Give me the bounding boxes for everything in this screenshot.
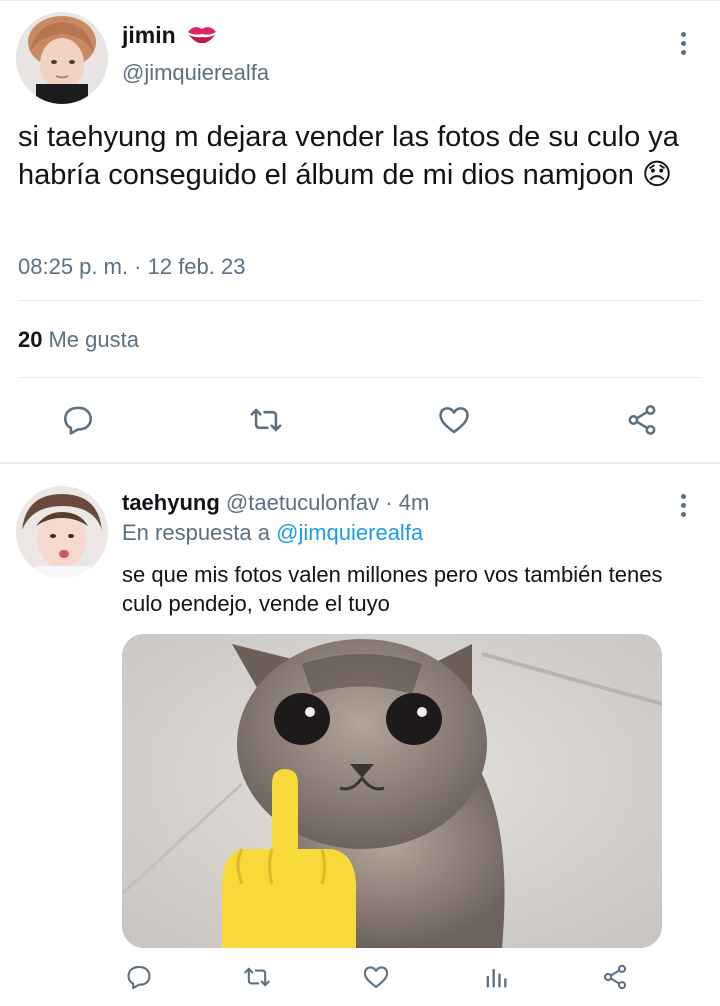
reply-icon[interactable] <box>122 960 156 994</box>
reply-author-handle[interactable]: @taetuculonfav <box>226 490 379 515</box>
like-icon[interactable] <box>432 398 476 442</box>
retweet-icon[interactable] <box>244 398 288 442</box>
reply-author-name[interactable]: taehyung <box>122 490 220 515</box>
avatar-taehyung[interactable] <box>16 486 108 578</box>
reply-text: se que mis fotos valen millones pero vos… <box>122 562 663 616</box>
in-reply-to-handle[interactable]: @jimquierealfa <box>276 520 423 545</box>
reply-header: taehyung @taetuculonfav · 4m <box>122 490 429 516</box>
likes-summary[interactable]: 20 Me gusta <box>18 327 139 353</box>
author-handle[interactable]: @jimquierealfa <box>122 60 269 86</box>
author-name[interactable]: jimin <box>122 22 218 51</box>
author-name-text[interactable]: jimin <box>122 22 176 48</box>
reply-icon[interactable] <box>56 398 100 442</box>
kiss-emoji <box>186 23 218 51</box>
tweet-text: si taehyung m dejara vender las fotos de… <box>18 121 679 191</box>
more-vertical-icon[interactable] <box>679 494 687 520</box>
in-reply-to-label: En respuesta a <box>122 520 270 545</box>
tweet-timestamp[interactable]: 08:25 p. m. · 12 feb. 23 <box>18 254 245 280</box>
share-icon[interactable] <box>598 960 632 994</box>
analytics-icon[interactable] <box>479 960 513 994</box>
likes-count: 20 <box>18 327 43 352</box>
more-vertical-icon[interactable] <box>679 32 687 58</box>
like-icon[interactable] <box>359 960 393 994</box>
in-reply-to: En respuesta a @jimquierealfa <box>122 520 423 546</box>
top-divider <box>0 0 720 1</box>
tweet-separator <box>0 462 720 464</box>
likes-label: Me gusta <box>48 327 139 352</box>
divider <box>18 300 702 301</box>
avatar-jimin[interactable] <box>16 12 108 104</box>
divider <box>18 377 702 378</box>
share-icon[interactable] <box>620 398 664 442</box>
retweet-icon[interactable] <box>240 960 274 994</box>
reply-time-separator: · <box>385 490 393 515</box>
reply-media-image[interactable] <box>122 634 662 948</box>
reply-time[interactable]: 4m <box>399 490 430 515</box>
